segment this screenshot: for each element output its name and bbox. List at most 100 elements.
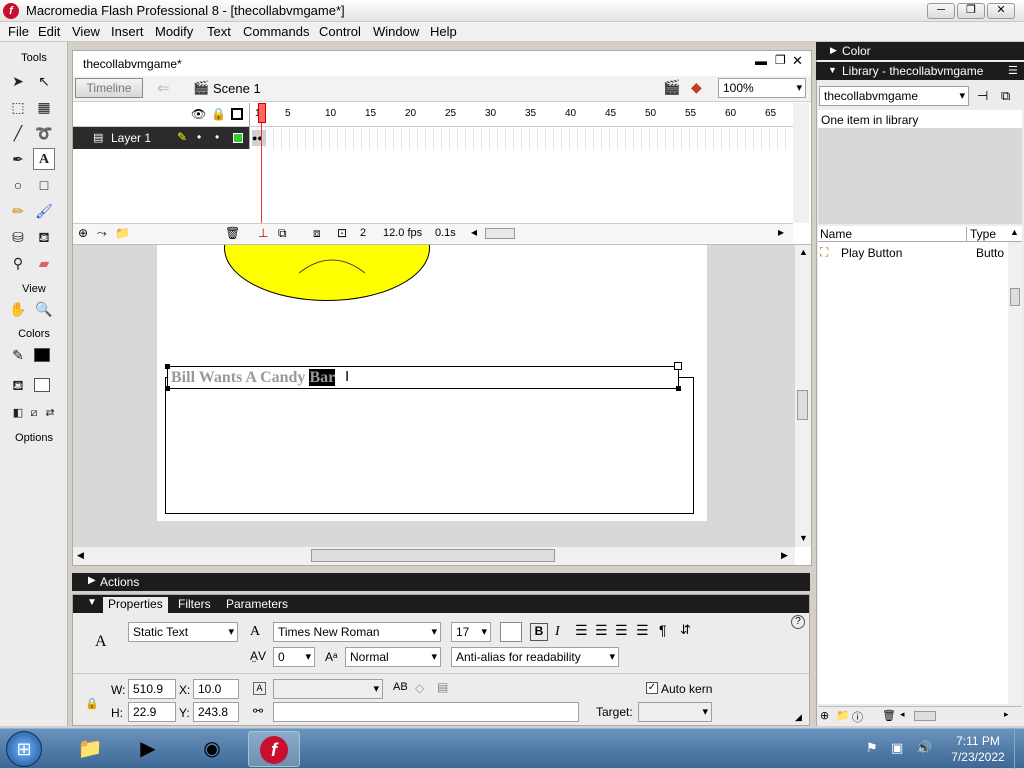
lib-hscroll-thumb[interactable]: [914, 711, 936, 721]
lasso-tool-icon[interactable]: ➰: [33, 122, 55, 144]
handle-top-left[interactable]: [165, 364, 170, 369]
menu-insert[interactable]: Insert: [111, 24, 144, 39]
text-field-content[interactable]: Bill Wants A Candy Bar: [171, 369, 336, 387]
close-button[interactable]: ✕: [987, 3, 1015, 19]
document-tab[interactable]: thecollabvmgame*: [75, 54, 183, 74]
selection-tool-icon[interactable]: ➤: [7, 70, 29, 92]
letter-spacing-field[interactable]: 0: [273, 647, 315, 667]
library-vscroll[interactable]: [1008, 242, 1022, 704]
actions-expand-icon[interactable]: ▶: [88, 575, 96, 586]
clock-date[interactable]: 7/23/2022: [948, 750, 1008, 764]
name-column-header[interactable]: Name: [820, 227, 852, 241]
lib-scroll-left-icon[interactable]: ◂: [900, 709, 905, 720]
height-field[interactable]: 22.9: [128, 702, 176, 722]
text-type-select[interactable]: Static Text: [128, 622, 238, 642]
color-expand-icon[interactable]: ▶: [830, 45, 837, 56]
playhead[interactable]: [258, 103, 269, 223]
add-folder-icon[interactable]: 📁: [115, 226, 130, 240]
handle-top-right[interactable]: [674, 362, 682, 370]
flash-app-icon[interactable]: f: [3, 3, 19, 19]
library-scroll-thumb[interactable]: [1010, 288, 1020, 306]
tab-parameters[interactable]: Parameters: [221, 597, 293, 613]
doc-minimize-icon[interactable]: ▬: [755, 54, 767, 68]
eraser-tool-icon[interactable]: ▰: [33, 252, 55, 274]
new-symbol-icon[interactable]: ⊕: [820, 709, 829, 722]
delete-item-icon[interactable]: 🗑: [882, 709, 896, 722]
text-orientation-icon[interactable]: ⇵: [680, 622, 691, 638]
align-left-icon[interactable]: ☰: [575, 622, 588, 639]
vscroll-down-icon[interactable]: ▼: [799, 533, 808, 543]
tray-flag-icon[interactable]: ⚑: [866, 740, 878, 756]
swap-colors-icon[interactable]: ⇄: [39, 402, 61, 424]
vscroll-up-icon[interactable]: ▲: [799, 247, 808, 257]
handle-bottom-right[interactable]: [676, 386, 681, 391]
add-motion-guide-icon[interactable]: ⤳: [97, 226, 107, 241]
handle-bottom-left[interactable]: [165, 386, 170, 391]
rectangle-tool-icon[interactable]: □: [33, 174, 55, 196]
edit-scene-icon[interactable]: 🎬: [663, 79, 680, 96]
sort-icon[interactable]: ▲: [1010, 227, 1019, 237]
align-right-icon[interactable]: ☰: [615, 622, 628, 639]
frame-ruler[interactable]: 1 5 10 15 20 25 30 35 40 45 50 55 60 65: [249, 103, 793, 127]
brush-tool-icon[interactable]: 🖌: [33, 200, 55, 222]
align-center-icon[interactable]: ☰: [595, 622, 608, 639]
menu-view[interactable]: View: [72, 24, 100, 39]
library-item[interactable]: ⛶ Play Button Butto: [818, 244, 1008, 262]
zoom-tool-icon[interactable]: 🔍: [33, 298, 55, 320]
paint-bucket-tool-icon[interactable]: ⛾: [33, 226, 55, 248]
outline-color-swatch[interactable]: [233, 133, 243, 143]
frame-row[interactable]: ●●: [249, 127, 793, 149]
zoom-select[interactable]: 100%: [718, 78, 806, 98]
library-panel-header[interactable]: ▼ Library - thecollabvmgame ☰: [816, 62, 1024, 80]
show-desktop-button[interactable]: [1014, 729, 1024, 769]
justify-icon[interactable]: ☰: [636, 622, 649, 639]
resize-grip-icon[interactable]: ◢: [795, 712, 802, 723]
stroke-color-swatch[interactable]: [34, 348, 50, 362]
color-panel-header[interactable]: ▶ Color: [816, 42, 1024, 60]
library-options-icon[interactable]: ☰: [1008, 64, 1018, 77]
delete-layer-icon[interactable]: 🗑: [225, 226, 240, 240]
free-transform-tool-icon[interactable]: ⬚: [7, 96, 29, 118]
instance-name-select[interactable]: [273, 679, 383, 699]
start-button[interactable]: ⊞: [6, 731, 42, 767]
menu-file[interactable]: File: [8, 24, 29, 39]
y-field[interactable]: 243.8: [193, 702, 239, 722]
stage-vscroll[interactable]: ▲ ▼: [795, 245, 811, 547]
tab-filters[interactable]: Filters: [173, 597, 216, 613]
show-border-icon[interactable]: ◇: [415, 681, 424, 695]
actions-panel-bar[interactable]: ▶ Actions: [72, 573, 810, 591]
anti-alias-select[interactable]: Anti-alias for readability: [451, 647, 619, 667]
font-select[interactable]: Times New Roman: [273, 622, 441, 642]
font-size-field[interactable]: 17: [451, 622, 491, 642]
vscroll-thumb[interactable]: [797, 390, 808, 420]
subselection-tool-icon[interactable]: ↖: [33, 70, 55, 92]
line-tool-icon[interactable]: ╱: [7, 122, 29, 144]
embed-icon[interactable]: ▤: [437, 680, 448, 694]
auto-kern-checkbox[interactable]: ✓: [646, 682, 658, 694]
minimize-button[interactable]: ─: [927, 3, 955, 19]
target-select[interactable]: [638, 702, 712, 722]
menu-help[interactable]: Help: [430, 24, 457, 39]
layer-row[interactable]: ▤ Layer 1 ✎ • •: [73, 127, 249, 149]
timeline-vscroll[interactable]: [793, 103, 809, 223]
eyedropper-tool-icon[interactable]: ⚲: [7, 252, 29, 274]
rectangle-box[interactable]: [165, 377, 694, 514]
text-color-swatch[interactable]: [500, 622, 522, 642]
add-layer-icon[interactable]: ⊕: [78, 226, 88, 240]
pen-tool-icon[interactable]: ✒: [7, 148, 29, 170]
center-frame-icon[interactable]: ⊥: [258, 226, 268, 240]
tab-properties[interactable]: Properties: [103, 597, 168, 613]
doc-restore-icon[interactable]: ❐: [775, 53, 786, 67]
oval-tool-icon[interactable]: ○: [7, 174, 29, 196]
lib-scroll-right-icon[interactable]: ▸: [1004, 709, 1009, 720]
doc-close-icon[interactable]: ✕: [792, 53, 803, 69]
eye-icon[interactable]: 👁: [191, 107, 206, 121]
properties-icon[interactable]: ⓘ: [852, 709, 863, 725]
gradient-transform-tool-icon[interactable]: ▦: [33, 96, 55, 118]
menu-text[interactable]: Text: [207, 24, 231, 39]
stage-hscroll[interactable]: ◀ ▶: [73, 547, 795, 565]
chrome-icon[interactable]: ◉: [186, 731, 238, 767]
hand-tool-icon[interactable]: ✋: [7, 298, 29, 320]
fps-value[interactable]: 12.0 fps: [383, 227, 422, 239]
lock-dot[interactable]: •: [215, 130, 219, 144]
